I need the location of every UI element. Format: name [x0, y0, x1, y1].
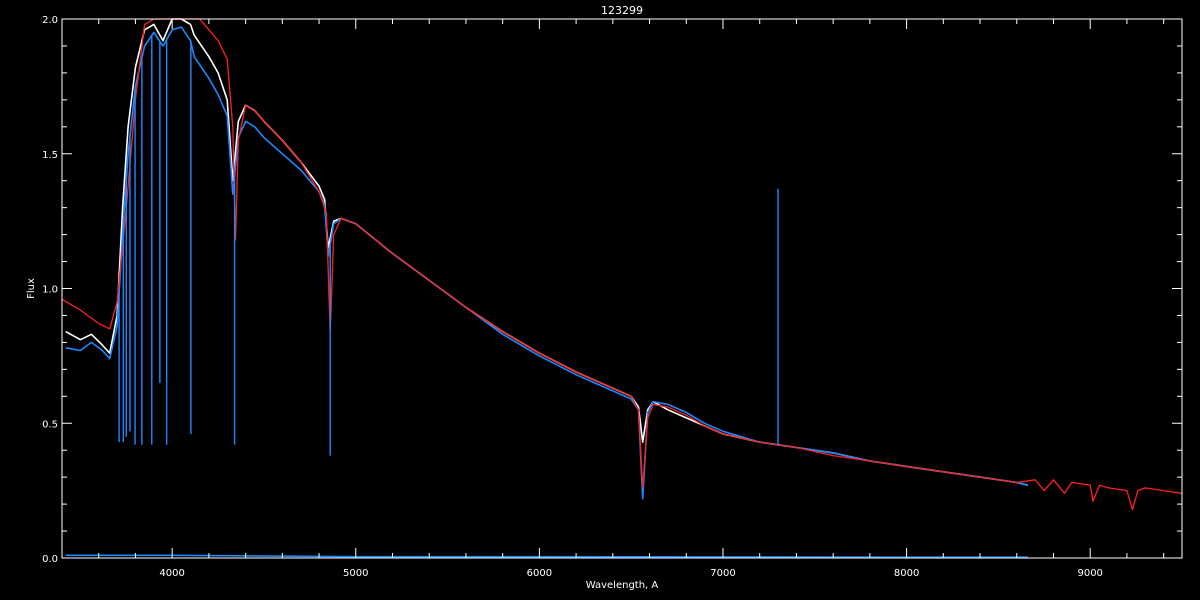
x-tick-label: 8000: [894, 568, 919, 579]
spectrum-series-0: [65, 18, 1028, 486]
y-tick-label: 1.0: [42, 285, 58, 296]
x-axis-label: Wavelength, A: [586, 580, 659, 591]
series-layer: [61, 18, 1183, 558]
y-axis-label: Flux: [26, 278, 37, 299]
y-tick-label: 1.5: [42, 150, 58, 161]
chart-title: 123299: [601, 4, 643, 17]
y-tick-label: 0.0: [42, 554, 58, 565]
x-tick-label: 4000: [159, 568, 184, 579]
spectrum-series-3: [65, 554, 1028, 558]
spectrum-series-1: [65, 26, 1028, 500]
x-tick-label: 6000: [527, 568, 552, 579]
x-tick-label: 7000: [710, 568, 735, 579]
x-tick-label: 5000: [343, 568, 368, 579]
ticks-layer: 4000 5000 6000 7000 8000 9000 0.0 0.5 1.0 1.5 2.0: [42, 15, 1182, 579]
y-tick-label: 2.0: [42, 15, 58, 26]
y-tick-label: 0.5: [42, 419, 58, 430]
spectrum-series-2: [61, 18, 1183, 511]
x-tick-label: 9000: [1077, 568, 1102, 579]
spectrum-chart: 4000 5000 6000 7000 8000 90000.00.51.01.52.0 …: [26, 4, 1183, 591]
